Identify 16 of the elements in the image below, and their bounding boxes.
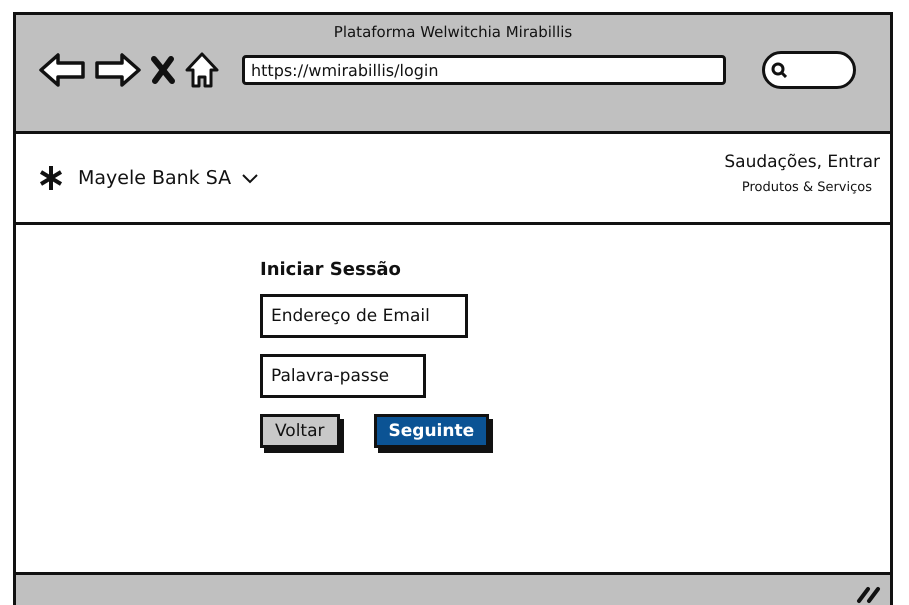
window-title: Plataforma Welwitchia Mirabillis xyxy=(334,23,572,41)
caret-icon[interactable] xyxy=(241,172,260,184)
address-field[interactable]: https://wmirabillis/login xyxy=(242,55,726,85)
products-link[interactable]: Produtos & Serviços xyxy=(742,180,872,194)
search-field[interactable] xyxy=(762,51,856,89)
input-field[interactable]: Endereço de Email xyxy=(260,294,468,338)
asterisk-icon xyxy=(38,164,64,192)
home-icon[interactable] xyxy=(184,51,220,89)
input-field[interactable]: Palavra-passe xyxy=(260,354,426,398)
forward-icon[interactable] xyxy=(94,52,142,88)
close-icon[interactable] xyxy=(150,56,176,84)
sign-in-link[interactable]: Saudações, Entrar xyxy=(724,152,880,172)
back-icon[interactable] xyxy=(38,52,86,88)
brand-name: Mayele Bank SA xyxy=(78,167,232,189)
login-title: Iniciar Sessão xyxy=(260,259,401,280)
search-icon xyxy=(771,62,787,78)
